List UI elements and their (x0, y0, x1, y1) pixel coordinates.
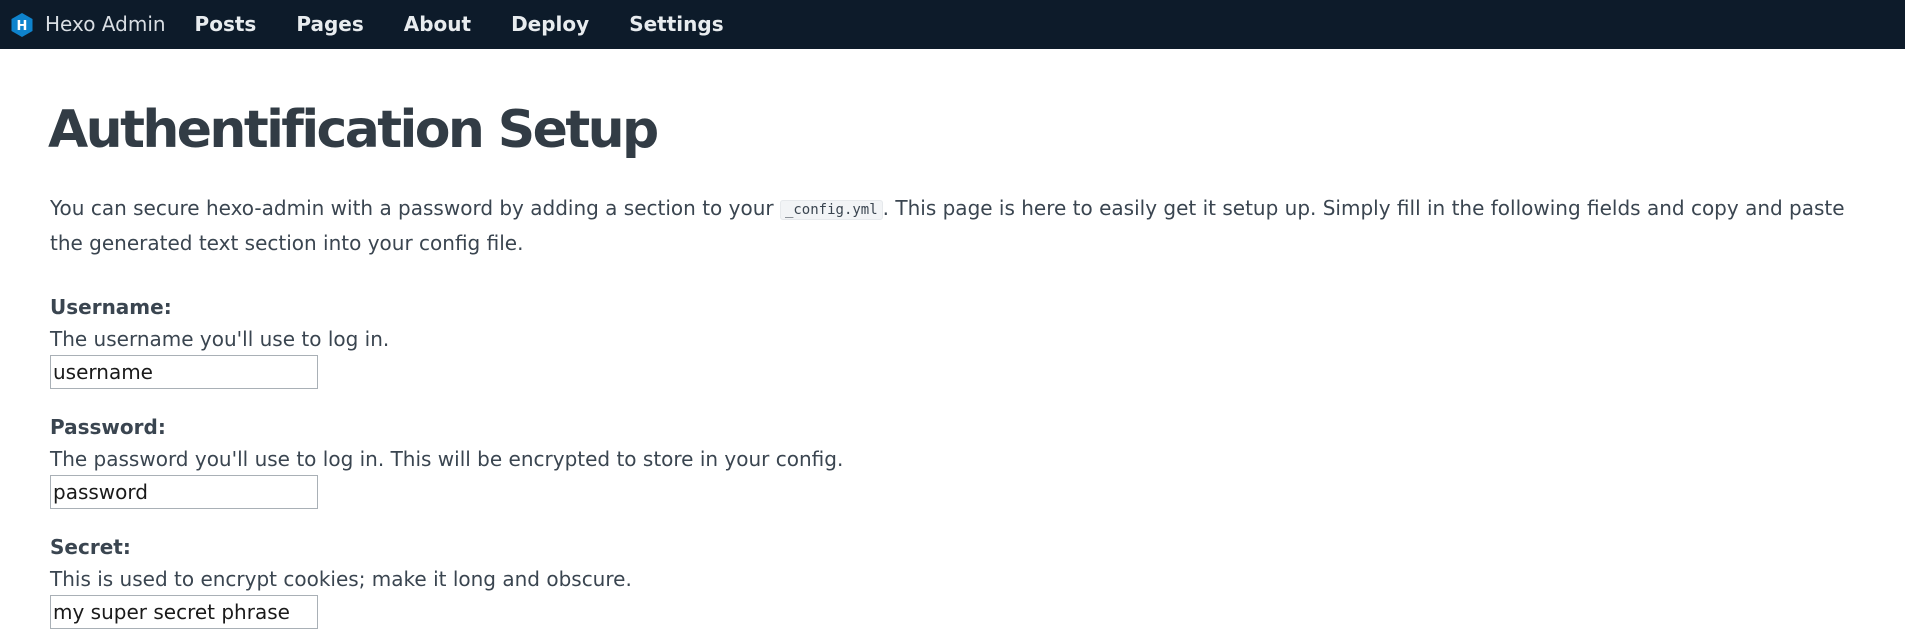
page-title: Authentification Setup (48, 100, 659, 160)
main-nav: Posts Pages About Deploy Settings (182, 0, 744, 49)
password-field-group: Password: The password you'll use to log… (50, 411, 1858, 509)
username-input[interactable] (50, 355, 318, 389)
nav-item-settings[interactable]: Settings (609, 0, 743, 49)
password-label: Password: (50, 415, 166, 439)
nav-item-deploy[interactable]: Deploy (491, 0, 609, 49)
secret-input[interactable] (50, 595, 318, 629)
hexo-logo-icon: H (10, 12, 34, 38)
password-help-text: The password you'll use to log in. This … (50, 447, 844, 471)
top-navbar: H Hexo Admin Posts Pages About Deploy Se… (0, 0, 1905, 49)
nav-item-about[interactable]: About (384, 0, 491, 49)
brand-link[interactable]: H Hexo Admin (10, 0, 166, 49)
nav-item-posts[interactable]: Posts (182, 0, 277, 49)
hexo-logo-letter: H (17, 19, 28, 34)
config-filename-code: _config.yml (779, 200, 883, 220)
intro-paragraph: You can secure hexo-admin with a passwor… (50, 192, 1850, 260)
secret-help-text: This is used to encrypt cookies; make it… (50, 567, 632, 591)
secret-label: Secret: (50, 535, 131, 559)
intro-text-before: You can secure hexo-admin with a passwor… (50, 196, 780, 220)
nav-item-pages[interactable]: Pages (276, 0, 383, 49)
password-input[interactable] (50, 475, 318, 509)
app-title: Hexo Admin (45, 12, 166, 36)
main-content: Authentification Setup You can secure he… (48, 49, 1858, 629)
username-field-group: Username: The username you'll use to log… (50, 291, 1858, 389)
secret-field-group: Secret: This is used to encrypt cookies;… (50, 531, 1858, 629)
username-label: Username: (50, 295, 172, 319)
username-help-text: The username you'll use to log in. (50, 327, 390, 351)
